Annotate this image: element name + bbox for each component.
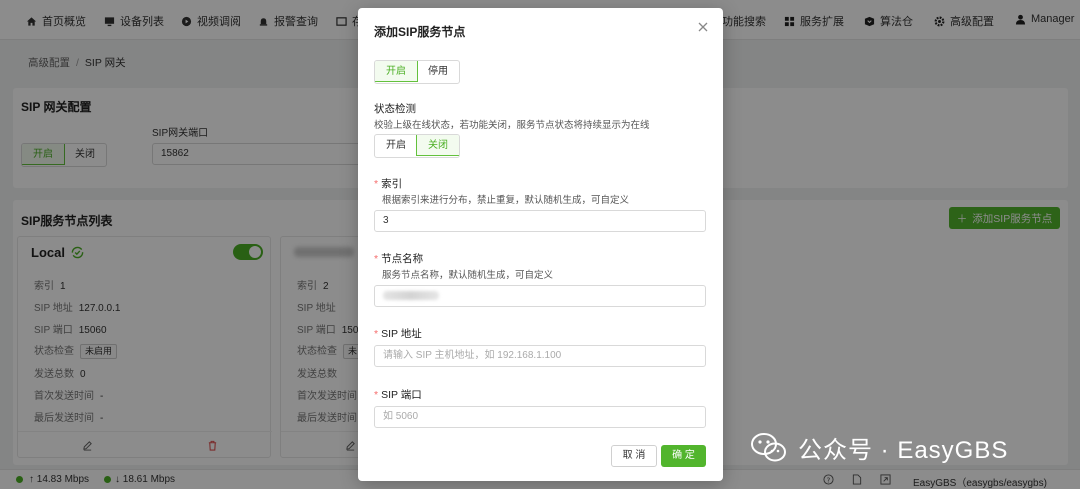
- required-asterisk: *: [374, 253, 379, 265]
- required-asterisk: *: [374, 178, 379, 190]
- watermark-text: 公众号 · EasyGBS: [798, 437, 1009, 464]
- node-name-label-text: 节点名称: [381, 253, 424, 265]
- node-name-label: * 节点名称: [374, 251, 423, 266]
- health-check-label: 状态检测: [374, 101, 416, 116]
- node-enable-on[interactable]: 开启: [375, 61, 418, 82]
- sip-address-input[interactable]: 请输入 SIP 主机地址，如 192.168.1.100: [374, 345, 706, 367]
- sip-port-input[interactable]: 如 5060: [374, 406, 706, 428]
- add-sip-node-dialog: 添加SIP服务节点 开启 停用 状态检测 校验上级在线状态，若功能关闭，服务节点…: [358, 8, 723, 481]
- dialog-title: 添加SIP服务节点: [374, 25, 466, 39]
- node-enable-off[interactable]: 停用: [417, 61, 459, 83]
- node-enable-switch: 开启 停用: [374, 60, 460, 84]
- health-check-switch: 开启 关闭: [374, 134, 460, 158]
- node-name-help: 服务节点名称，默认随机生成，可自定义: [382, 270, 554, 281]
- health-check-label-text: 状态检测: [374, 103, 416, 115]
- index-help: 根据索引来进行分布，禁止重复，默认随机生成，可自定义: [382, 195, 630, 206]
- close-icon[interactable]: [696, 20, 710, 34]
- sip-port-label: * SIP 端口: [374, 387, 422, 402]
- required-asterisk: *: [374, 389, 379, 401]
- health-check-on[interactable]: 开启: [375, 135, 417, 157]
- index-label-text: 索引: [381, 178, 403, 190]
- sip-address-label: * SIP 地址: [374, 326, 422, 341]
- health-check-help: 校验上级在线状态，若功能关闭，服务节点状态将持续显示为在线: [374, 120, 650, 131]
- wechat-icon: [751, 432, 786, 461]
- index-input[interactable]: 3: [374, 210, 706, 232]
- confirm-button[interactable]: 确 定: [661, 445, 706, 467]
- node-name-input[interactable]: [374, 285, 706, 307]
- sip-port-label-text: SIP 端口: [381, 389, 422, 401]
- watermark: 公众号 · EasyGBS: [750, 430, 1008, 465]
- sip-address-label-text: SIP 地址: [381, 328, 422, 340]
- redacted-value: [383, 291, 439, 300]
- required-asterisk: *: [374, 328, 379, 340]
- health-check-off[interactable]: 关闭: [416, 135, 459, 156]
- cancel-button[interactable]: 取 消: [611, 445, 657, 467]
- index-label: * 索引: [374, 176, 402, 191]
